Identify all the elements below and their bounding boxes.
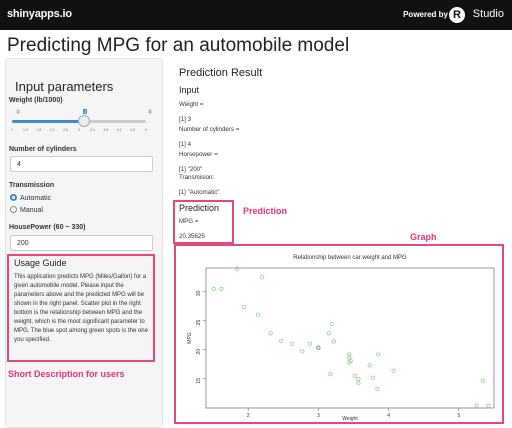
data-point: [480, 378, 485, 383]
data-point: [474, 403, 479, 408]
y-tick-label: 30: [196, 290, 202, 296]
output-line: Weight =: [179, 101, 204, 108]
transmission-automatic-radio[interactable]: Automatic: [10, 194, 51, 202]
data-point: [486, 403, 491, 408]
weight-slider-ticks: 1 1.4 1.8 2.2 2.6 3 3.4 3.8 4.2 4.6 5: [11, 128, 147, 136]
data-point: [279, 338, 284, 344]
data-point: [352, 373, 358, 379]
y-axis-label: MPG: [187, 332, 193, 344]
data-point: [367, 363, 372, 368]
cylinders-input[interactable]: 4: [10, 156, 153, 172]
data-point: [326, 331, 332, 336]
r-logo-icon[interactable]: R: [449, 7, 465, 23]
y-tick-label: 25: [196, 320, 202, 326]
data-point: [219, 286, 224, 292]
data-point: [329, 321, 334, 327]
highlighted-point: [316, 345, 321, 350]
prediction-title: Prediction: [179, 203, 220, 213]
output-line: [1] 4: [179, 141, 192, 148]
output-line: [1] "200": [179, 166, 203, 173]
radio-manual-label: Manual: [20, 207, 43, 214]
annotation-short-description: Short Description for users: [8, 369, 125, 379]
data-point: [300, 349, 305, 354]
data-point: [356, 380, 361, 386]
weight-max: 5: [148, 109, 153, 114]
y-tick-label: 20: [196, 349, 202, 355]
x-axis-label: Weight: [342, 416, 358, 422]
app-title: Predicting MPG for an automobile model: [7, 35, 350, 56]
slider-tick-label: 4.2: [116, 128, 122, 132]
slider-tick-label: 3.8: [103, 128, 109, 132]
data-point: [331, 339, 336, 344]
result-title: Prediction Result: [179, 67, 263, 79]
data-point: [391, 368, 396, 373]
data-point: [289, 341, 294, 346]
data-point: [356, 376, 361, 381]
data-point: [255, 312, 261, 317]
usage-guide-box: Usage Guide This application predicts MP…: [7, 254, 155, 362]
chart-title: Relationship between car weight and MPG: [293, 255, 407, 261]
data-point: [307, 341, 313, 346]
output-line: Horsepower =: [179, 151, 218, 158]
x-tick-label: 2: [247, 413, 250, 419]
top-bar: shinyapps.io Powered by R Studio: [0, 0, 512, 30]
slider-tick-label: 2.6: [63, 128, 69, 132]
weight-label: Weight (lb/1000): [9, 97, 63, 104]
data-point: [375, 386, 380, 391]
slider-tick-label: 1.4: [22, 128, 28, 132]
horsepower-label: HousePower (60 ~ 330): [9, 224, 86, 231]
data-point: [241, 304, 247, 310]
slider-tick-label: 3: [78, 128, 80, 132]
usage-guide-title: Usage Guide: [14, 258, 67, 268]
annotation-graph: Graph: [410, 232, 437, 242]
weight-slider-handle[interactable]: [78, 115, 90, 127]
usage-guide-text: This application predicts MPG (Miles/Gal…: [14, 274, 148, 343]
weight-value: 3: [83, 109, 88, 114]
x-tick-label: 3: [317, 413, 320, 419]
transmission-manual-radio[interactable]: Manual: [10, 206, 43, 214]
slider-tick-label: 3.4: [89, 128, 95, 132]
input-title: Input: [179, 85, 200, 95]
slider-tick-label: 4.6: [130, 128, 136, 132]
sidebar-title: Input parameters: [15, 79, 114, 94]
prediction-label: MPG =: [179, 218, 199, 225]
data-point: [375, 352, 381, 357]
cylinders-label: Number of cylinders: [9, 146, 77, 153]
radio-selected-icon: [10, 194, 17, 201]
plot-frame: [205, 267, 495, 409]
output-line: [1] "Automatic": [179, 189, 220, 196]
data-point: [234, 266, 240, 271]
data-point: [328, 372, 333, 377]
output-line: Number of cylinders =: [179, 126, 240, 133]
radio-automatic-label: Automatic: [20, 195, 52, 202]
radio-unselected-icon: [10, 206, 17, 213]
x-tick-label: 5: [457, 413, 460, 419]
horsepower-input[interactable]: 200: [10, 235, 153, 251]
weight-min: 1: [16, 109, 21, 114]
data-point: [371, 375, 376, 380]
powered-by-label: Powered by: [403, 10, 448, 19]
slider-tick-label: 1: [11, 128, 13, 132]
transmission-label: Transmission: [9, 182, 55, 189]
brand-name[interactable]: shinyapps.io: [7, 8, 72, 20]
slider-tick-label: 5: [145, 128, 147, 132]
data-point: [268, 331, 273, 336]
annotation-prediction: Prediction: [243, 206, 288, 216]
weight-slider-fill: [12, 120, 79, 123]
y-tick-label: 15: [196, 378, 202, 384]
x-tick-label: 4: [387, 413, 390, 419]
prediction-value: 20.35625: [179, 233, 205, 240]
data-point: [260, 275, 265, 280]
graph-box: Relationship between car weight and MPG 2…: [174, 244, 504, 424]
mpg-scatter-plot: Relationship between car weight and MPG 2…: [187, 255, 495, 422]
rstudio-label[interactable]: Studio: [473, 8, 504, 20]
output-line: [1] 3: [179, 116, 192, 123]
slider-tick-label: 2.2: [49, 128, 55, 132]
slider-tick-label: 1.8: [36, 128, 42, 132]
data-point: [211, 286, 216, 292]
output-line: Transmision:: [179, 174, 215, 181]
